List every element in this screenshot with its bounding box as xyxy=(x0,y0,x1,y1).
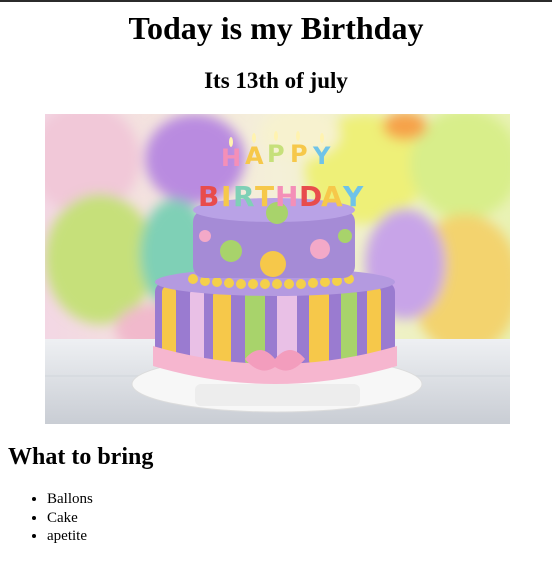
svg-text:A: A xyxy=(321,180,343,213)
svg-text:D: D xyxy=(299,180,322,213)
svg-text:T: T xyxy=(255,180,274,213)
list-item: apetite xyxy=(47,527,93,546)
page-subtitle: Its 13th of july xyxy=(204,68,348,93)
page-title: Today is my Birthday xyxy=(128,10,424,46)
cake-image: H A P P Y B I R T H D A Y xyxy=(45,114,510,424)
svg-text:P: P xyxy=(267,140,285,168)
svg-text:H: H xyxy=(275,180,298,213)
list-item: Ballons xyxy=(47,490,93,509)
bring-list: Ballons Cake apetite xyxy=(8,490,93,546)
svg-text:I: I xyxy=(221,180,231,213)
svg-text:B: B xyxy=(198,180,219,213)
svg-text:A: A xyxy=(245,142,264,170)
svg-text:R: R xyxy=(233,180,255,213)
svg-text:H: H xyxy=(221,144,241,172)
what-to-bring-heading: What to bring xyxy=(8,444,154,470)
list-item: Cake xyxy=(47,509,93,528)
svg-text:P: P xyxy=(290,140,308,168)
svg-text:Y: Y xyxy=(342,180,364,213)
birthday-cake-photo: H A P P Y B I R T H D A Y xyxy=(45,114,510,424)
svg-text:Y: Y xyxy=(312,142,331,170)
top-border xyxy=(0,0,552,2)
